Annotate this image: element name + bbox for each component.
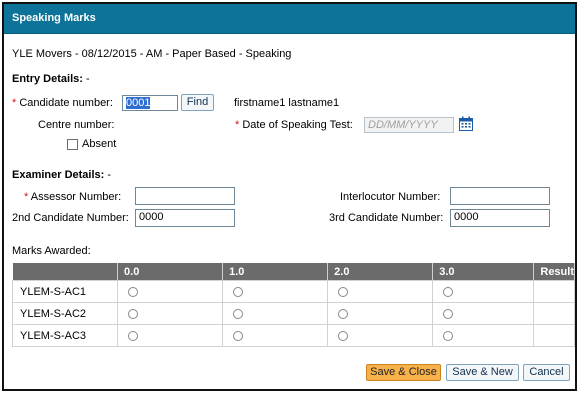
- marks-table: 0.0 1.0 2.0 3.0 Result YLEM-S-AC1 YLEM-S…: [11, 263, 575, 347]
- column-header-2: 2.0: [327, 263, 434, 281]
- third-candidate-number-label: 3rd Candidate Number:: [329, 212, 444, 224]
- column-header-0: 0.0: [117, 263, 224, 281]
- interlocutor-number-label: Interlocutor Number:: [340, 191, 441, 203]
- mark-radio-1[interactable]: [233, 286, 244, 297]
- criterion-label: YLEM-S-AC3: [11, 324, 119, 347]
- assessor-number-label: * Assessor Number:: [24, 191, 122, 203]
- marks-header-row: 0.0 1.0 2.0 3.0 Result: [12, 263, 575, 281]
- candidate-number-label: * Candidate number:: [12, 97, 113, 109]
- calendar-icon[interactable]: [459, 116, 473, 131]
- entry-details-heading: Entry Details: -: [12, 73, 90, 85]
- result-cell: [533, 280, 575, 303]
- speaking-date-input[interactable]: DD/MM/YYYY: [364, 117, 454, 133]
- mark-radio-0[interactable]: [128, 286, 139, 297]
- mark-radio-0[interactable]: [128, 330, 139, 341]
- dialog-title: Speaking Marks: [4, 4, 575, 34]
- centre-number-label: Centre number:: [38, 119, 115, 131]
- mark-radio-3[interactable]: [443, 308, 454, 319]
- criterion-label: YLEM-S-AC1: [11, 280, 119, 303]
- interlocutor-number-input[interactable]: [450, 187, 550, 205]
- candidate-number-input[interactable]: 0001: [122, 95, 178, 111]
- mark-radio-3[interactable]: [443, 286, 454, 297]
- session-info: YLE Movers - 08/12/2015 - AM - Paper Bas…: [12, 48, 292, 60]
- speaking-marks-dialog: Speaking Marks YLE Movers - 08/12/2015 -…: [2, 2, 577, 391]
- third-candidate-number-input[interactable]: 0000: [450, 209, 550, 227]
- result-cell: [533, 324, 575, 347]
- table-row: YLEM-S-AC2: [11, 302, 575, 325]
- assessor-number-input[interactable]: [135, 187, 235, 205]
- mark-radio-3[interactable]: [443, 330, 454, 341]
- criterion-label: YLEM-S-AC2: [11, 302, 119, 325]
- mark-radio-2[interactable]: [338, 308, 349, 319]
- speaking-date-label: * Date of Speaking Test:: [235, 119, 353, 131]
- mark-radio-2[interactable]: [338, 286, 349, 297]
- table-row: YLEM-S-AC3: [11, 324, 575, 347]
- table-row: YLEM-S-AC1: [11, 280, 575, 303]
- column-header-result: Result: [533, 263, 575, 281]
- examiner-details-heading: Examiner Details: -: [12, 169, 112, 181]
- mark-radio-0[interactable]: [128, 308, 139, 319]
- column-header-3: 3.0: [432, 263, 535, 281]
- absent-checkbox[interactable]: [67, 139, 78, 150]
- save-new-button[interactable]: Save & New: [446, 364, 519, 381]
- second-candidate-number-input[interactable]: 0000: [135, 209, 235, 227]
- second-candidate-number-label: 2nd Candidate Number:: [12, 212, 129, 224]
- cancel-button[interactable]: Cancel: [523, 364, 570, 381]
- result-cell: [533, 302, 575, 325]
- mark-radio-1[interactable]: [233, 330, 244, 341]
- save-close-button[interactable]: Save & Close: [366, 364, 441, 381]
- find-button[interactable]: Find: [181, 94, 214, 111]
- mark-radio-2[interactable]: [338, 330, 349, 341]
- marks-awarded-label: Marks Awarded:: [12, 245, 91, 257]
- absent-label: Absent: [82, 138, 117, 150]
- column-header-criteria: [12, 263, 119, 281]
- column-header-1: 1.0: [222, 263, 329, 281]
- mark-radio-1[interactable]: [233, 308, 244, 319]
- candidate-name: firstname1 lastname1: [234, 97, 340, 109]
